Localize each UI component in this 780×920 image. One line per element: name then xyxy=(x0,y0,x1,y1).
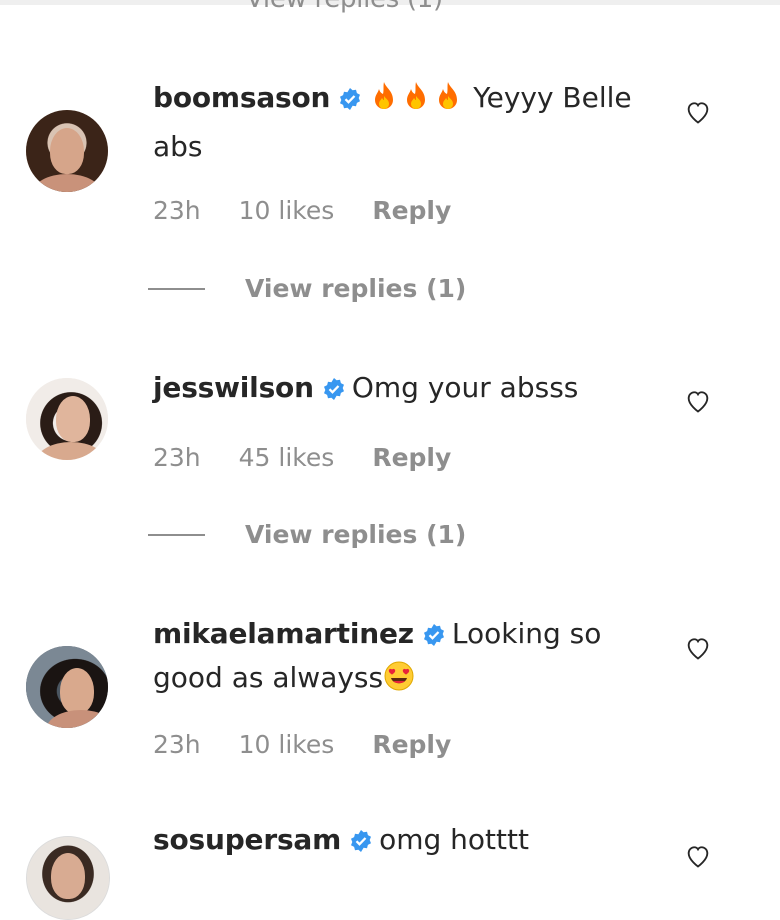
comment-time[interactable]: 23h xyxy=(153,443,201,472)
view-replies-line xyxy=(148,287,205,290)
avatar[interactable] xyxy=(26,378,108,460)
comment-time[interactable]: 23h xyxy=(153,730,201,759)
view-replies-label: View replies (1) xyxy=(245,274,467,303)
reply-button[interactable]: Reply xyxy=(372,730,451,759)
view-replies-button[interactable]: View replies (1) xyxy=(148,520,466,549)
avatar[interactable] xyxy=(26,110,108,192)
comment-username[interactable]: boomsason xyxy=(153,81,330,114)
comment-meta: 23h 45 likes Reply xyxy=(153,443,489,472)
avatar[interactable] xyxy=(26,836,110,920)
comment-body-line1: Looking so xyxy=(451,617,602,650)
fire-emoji xyxy=(368,80,464,125)
verified-badge-icon xyxy=(351,830,372,852)
comment-likes[interactable]: 45 likes xyxy=(239,443,335,472)
comment-likes[interactable]: 10 likes xyxy=(239,730,335,759)
comment-time[interactable]: 23h xyxy=(153,196,201,225)
view-replies-label: View replies (1) xyxy=(245,520,467,549)
reply-button[interactable]: Reply xyxy=(372,443,451,472)
comment-text: boomsason Yeyyy Belle abs xyxy=(153,76,633,169)
comment-text: sosupersam omg hotttt xyxy=(153,818,633,862)
verified-badge-icon xyxy=(423,624,444,646)
comment-username[interactable]: sosupersam xyxy=(153,823,341,856)
verified-badge-icon xyxy=(323,378,344,400)
view-replies-label: View replies (1) xyxy=(246,0,443,14)
comment-username[interactable]: jesswilson xyxy=(153,371,314,404)
previous-view-replies[interactable]: View replies (1) xyxy=(0,0,780,14)
heart-outline-icon[interactable] xyxy=(684,634,712,662)
reply-button[interactable]: Reply xyxy=(372,196,451,225)
comment-likes[interactable]: 10 likes xyxy=(239,196,335,225)
heart-eyes-emoji xyxy=(383,660,415,705)
comment-body-line2: good as alwayss xyxy=(153,661,384,694)
comment-username[interactable]: mikaelamartinez xyxy=(153,617,414,650)
comment-body: Omg your absss xyxy=(351,371,579,404)
comment-text: jesswilson Omg your absss xyxy=(153,366,633,410)
comment-meta: 23h 10 likes Reply xyxy=(153,196,489,225)
heart-outline-icon[interactable] xyxy=(684,842,712,870)
avatar[interactable] xyxy=(26,646,108,728)
view-replies-button[interactable]: View replies (1) xyxy=(148,274,466,303)
comment-text: mikaelamartinez Looking so good as always… xyxy=(153,612,633,705)
comment-body: omg hotttt xyxy=(379,823,529,856)
comment-meta: 23h 10 likes Reply xyxy=(153,730,489,759)
view-replies-line xyxy=(148,533,205,536)
heart-outline-icon[interactable] xyxy=(684,387,712,415)
verified-badge-icon xyxy=(340,88,361,110)
heart-outline-icon[interactable] xyxy=(684,98,712,126)
